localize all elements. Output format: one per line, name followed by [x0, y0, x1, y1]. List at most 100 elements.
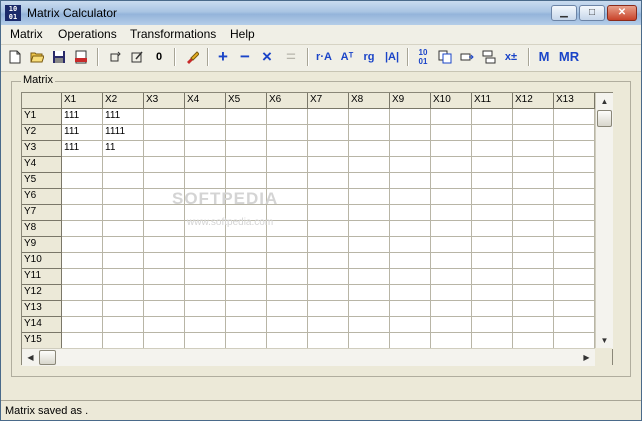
matrix-cell[interactable]	[349, 205, 390, 221]
scroll-down-button[interactable]: ▼	[596, 332, 613, 349]
matrix-cell[interactable]	[349, 221, 390, 237]
matrix-cell[interactable]	[144, 285, 185, 301]
matrix-cell[interactable]	[185, 285, 226, 301]
matrix-cell[interactable]	[308, 317, 349, 333]
matrix-cell[interactable]	[431, 269, 472, 285]
matrix-cell[interactable]	[431, 109, 472, 125]
matrix-cell[interactable]	[431, 333, 472, 349]
column-header[interactable]: X8	[349, 93, 390, 109]
matrix-cell[interactable]	[185, 301, 226, 317]
matrix-cell[interactable]	[185, 109, 226, 125]
maximize-button[interactable]: □	[579, 5, 605, 21]
clear-button[interactable]	[182, 47, 202, 67]
matrix-cell[interactable]	[267, 173, 308, 189]
matrix-cell[interactable]	[226, 125, 267, 141]
memory-button[interactable]: M	[534, 47, 554, 67]
matrix-cell[interactable]	[554, 157, 595, 173]
matrix-cell[interactable]	[513, 333, 554, 349]
move-button[interactable]	[457, 47, 477, 67]
matrix-cell[interactable]	[349, 317, 390, 333]
binary-button[interactable]: 10 01	[413, 47, 433, 68]
add-button[interactable]: +	[213, 47, 233, 67]
matrix-cell[interactable]	[103, 285, 144, 301]
matrix-cell[interactable]	[554, 285, 595, 301]
matrix-cell[interactable]	[349, 141, 390, 157]
matrix-cell[interactable]	[349, 173, 390, 189]
matrix-cell[interactable]	[308, 141, 349, 157]
matrix-cell[interactable]	[62, 269, 103, 285]
matrix-cell[interactable]	[431, 221, 472, 237]
matrix-cell[interactable]	[267, 301, 308, 317]
matrix-cell[interactable]	[62, 333, 103, 349]
matrix-cell[interactable]	[185, 237, 226, 253]
matrix-cell[interactable]: 111	[62, 125, 103, 141]
matrix-cell[interactable]	[390, 333, 431, 349]
matrix-cell[interactable]	[226, 157, 267, 173]
matrix-cell[interactable]: 111	[62, 109, 103, 125]
matrix-cell[interactable]	[103, 189, 144, 205]
matrix-cell[interactable]	[472, 141, 513, 157]
matrix-cell[interactable]	[144, 317, 185, 333]
matrix-cell[interactable]	[554, 333, 595, 349]
matrix-cell[interactable]	[103, 317, 144, 333]
multiply-button[interactable]: ×	[257, 47, 277, 67]
row-header[interactable]: Y11	[22, 269, 62, 285]
matrix-cell[interactable]: 11	[103, 141, 144, 157]
row-header[interactable]: Y1	[22, 109, 62, 125]
matrix-cell[interactable]	[103, 253, 144, 269]
matrix-cell[interactable]	[349, 253, 390, 269]
matrix-cell[interactable]	[267, 253, 308, 269]
row-header[interactable]: Y10	[22, 253, 62, 269]
column-header[interactable]: X10	[431, 93, 472, 109]
matrix-cell[interactable]	[390, 269, 431, 285]
row-header[interactable]: Y15	[22, 333, 62, 349]
row-header[interactable]: Y4	[22, 157, 62, 173]
matrix-cell[interactable]	[62, 189, 103, 205]
matrix-cell[interactable]	[554, 141, 595, 157]
matrix-cell[interactable]	[431, 205, 472, 221]
matrix-cell[interactable]	[472, 285, 513, 301]
matrix-cell[interactable]: 111	[103, 109, 144, 125]
matrix-cell[interactable]	[554, 173, 595, 189]
matrix-cell[interactable]	[554, 269, 595, 285]
matrix-cell[interactable]	[267, 125, 308, 141]
column-header[interactable]: X3	[144, 93, 185, 109]
close-button[interactable]: ✕	[607, 5, 637, 21]
matrix-cell[interactable]	[472, 157, 513, 173]
matrix-cell[interactable]	[554, 125, 595, 141]
column-header[interactable]: X13	[554, 93, 595, 109]
matrix-cell[interactable]	[308, 237, 349, 253]
transpose-button[interactable]: Aᵀ	[337, 47, 357, 67]
matrix-cell[interactable]	[144, 109, 185, 125]
matrix-cell[interactable]	[308, 205, 349, 221]
matrix-cell[interactable]	[513, 205, 554, 221]
new-button[interactable]	[5, 47, 25, 67]
matrix-cell[interactable]	[226, 333, 267, 349]
matrix-cell[interactable]	[349, 109, 390, 125]
matrix-cell[interactable]	[226, 285, 267, 301]
matrix-cell[interactable]	[267, 157, 308, 173]
copy-button[interactable]	[435, 47, 455, 67]
matrix-cell[interactable]: 111	[62, 141, 103, 157]
matrix-cell[interactable]	[144, 269, 185, 285]
matrix-cell[interactable]	[513, 173, 554, 189]
matrix-cell[interactable]	[472, 317, 513, 333]
matrix-cell[interactable]	[472, 253, 513, 269]
vertical-scroll-thumb[interactable]	[597, 110, 612, 127]
matrix-cell[interactable]	[390, 237, 431, 253]
matrix-cell[interactable]	[349, 237, 390, 253]
matrix-cell[interactable]	[185, 173, 226, 189]
matrix-cell[interactable]	[226, 317, 267, 333]
row-op-button[interactable]: r·A	[313, 47, 335, 67]
matrix-cell[interactable]	[513, 157, 554, 173]
matrix-cell[interactable]	[349, 301, 390, 317]
matrix-cell[interactable]	[349, 285, 390, 301]
matrix-cell[interactable]	[185, 253, 226, 269]
matrix-cell[interactable]	[103, 221, 144, 237]
determinant-button[interactable]: |A|	[381, 47, 403, 67]
plus-minus-button[interactable]: x±	[501, 47, 521, 67]
matrix-cell[interactable]	[390, 221, 431, 237]
matrix-cell[interactable]	[62, 221, 103, 237]
matrix-cell[interactable]	[267, 285, 308, 301]
matrix-cell[interactable]	[62, 285, 103, 301]
